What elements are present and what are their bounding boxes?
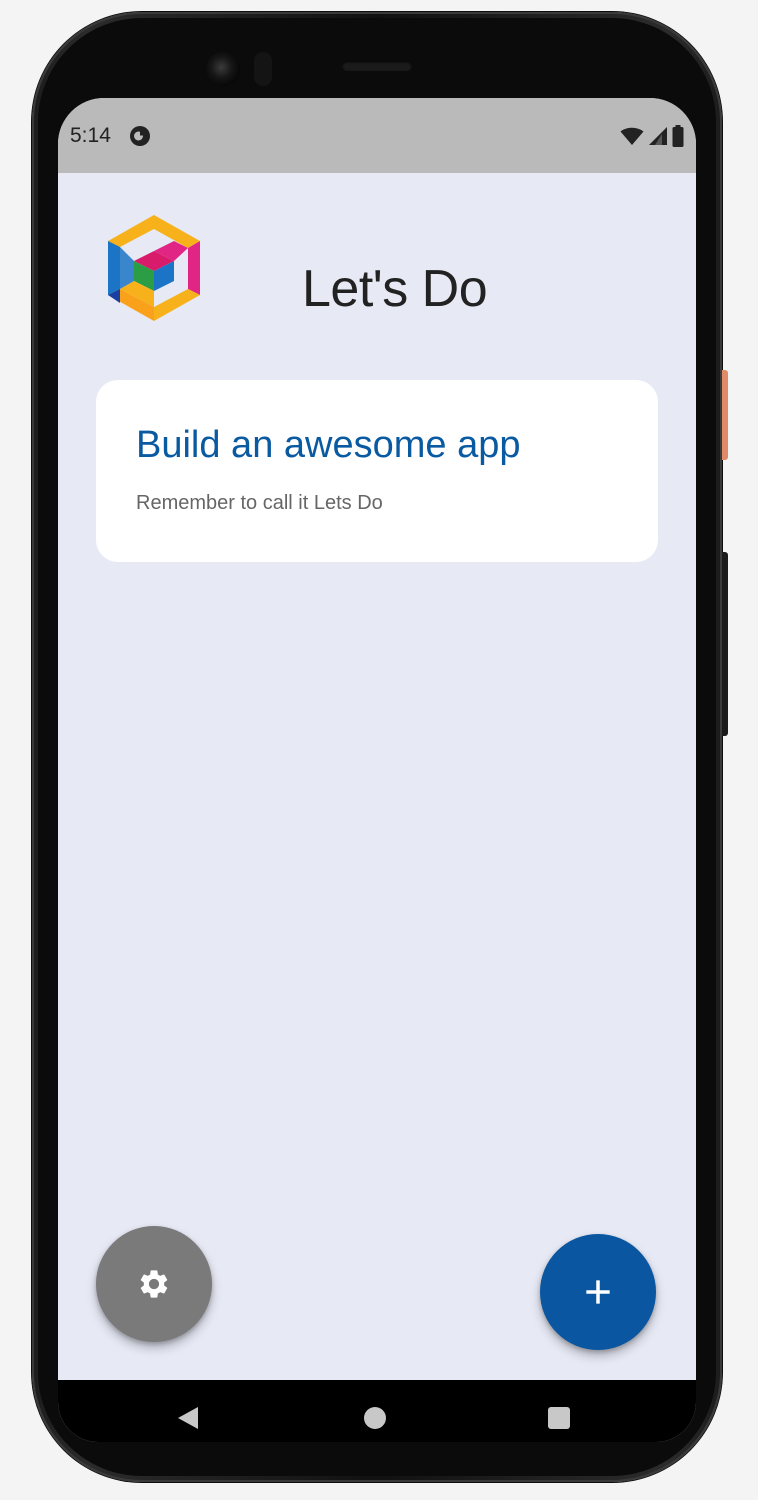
task-title: Build an awesome app: [136, 424, 521, 466]
volume-button: [722, 552, 728, 736]
add-task-button[interactable]: [540, 1234, 656, 1350]
system-nav-bar: [58, 1380, 696, 1442]
power-button: [722, 370, 728, 460]
settings-button[interactable]: [96, 1226, 212, 1342]
status-icons: [620, 124, 684, 148]
front-camera: [206, 52, 240, 86]
recents-icon[interactable]: [548, 1407, 570, 1429]
task-subtitle: Remember to call it Lets Do: [136, 492, 383, 514]
proximity-sensor: [254, 52, 272, 86]
app-header: Let's Do: [58, 173, 696, 353]
phone-screen: 5:14 Let's Do Build an awesome app Remem…: [58, 98, 696, 1442]
app-title: Let's Do: [302, 260, 488, 318]
gear-icon: [140, 1270, 168, 1298]
plus-icon: [586, 1280, 610, 1304]
wifi-icon: [620, 127, 644, 145]
status-time: 5:14: [70, 124, 111, 147]
earpiece-speaker: [342, 61, 412, 71]
task-card[interactable]: Build an awesome app Remember to call it…: [96, 380, 658, 562]
lets-do-logo-icon: [108, 215, 200, 321]
app-notification-icon: [130, 126, 150, 146]
back-icon[interactable]: [176, 1406, 200, 1430]
phone-device-frame: 5:14 Let's Do Build an awesome app Remem…: [32, 12, 728, 1482]
battery-icon: [672, 125, 684, 147]
home-icon[interactable]: [364, 1407, 386, 1429]
status-bar: 5:14: [58, 98, 696, 173]
cell-signal-icon: [649, 127, 667, 145]
